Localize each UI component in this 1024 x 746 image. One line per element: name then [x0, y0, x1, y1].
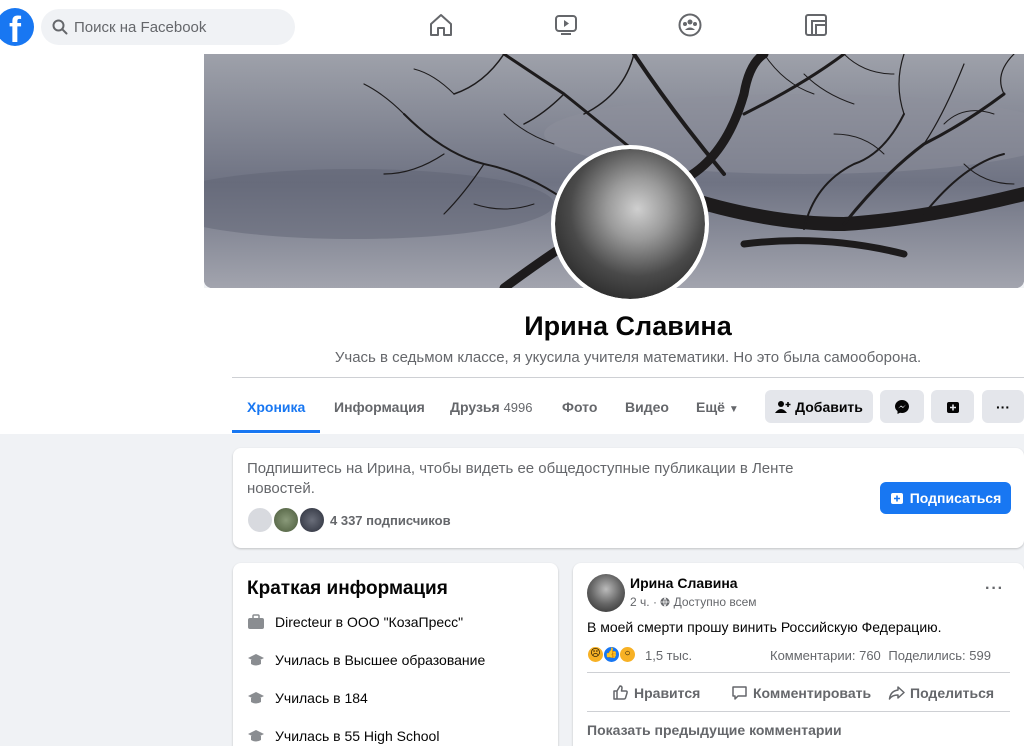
briefcase-icon [248, 614, 264, 629]
search-box[interactable] [41, 9, 295, 45]
tab-more[interactable]: Ещё ▼ [696, 399, 739, 415]
friends-count: 4996 [503, 400, 533, 415]
post-meta: 2 ч. · Доступно всем [630, 595, 757, 609]
divider [587, 672, 1010, 673]
subscribe-button[interactable]: Подписаться [880, 482, 1011, 514]
profile-avatar[interactable] [551, 145, 709, 303]
sad-reaction-icon: ☹ [587, 646, 604, 663]
graduation-cap-icon [248, 692, 264, 704]
comment-icon [732, 686, 747, 700]
facebook-logo-icon[interactable]: f [0, 8, 34, 46]
post-stats: Комментарии: 760 Поделились: 599 [770, 648, 991, 663]
post-author-name[interactable]: Ирина Славина [630, 575, 738, 591]
follower-avatar [298, 506, 326, 534]
share-icon [888, 686, 905, 700]
tab-timeline[interactable]: Хроника [247, 399, 305, 415]
messenger-button[interactable] [880, 390, 924, 423]
shares-count[interactable]: Поделились: 599 [888, 648, 991, 663]
subscribe-text: Подпишитесь на Ирина, чтобы видеть ее об… [247, 460, 794, 497]
tab-photos[interactable]: Фото [562, 399, 597, 415]
gaming-icon[interactable] [803, 12, 833, 42]
intro-item-label: Училась в 184 [275, 690, 368, 706]
intro-item-education: Училась в 184 [247, 689, 368, 707]
follower-avatar [246, 506, 274, 534]
active-tab-indicator [232, 430, 320, 433]
top-navigation-bar: f [0, 0, 1024, 54]
intro-item-label: Училась в 55 High School [275, 728, 440, 744]
tab-video[interactable]: Видео [625, 399, 669, 415]
profile-name: Ирина Славина [524, 311, 732, 341]
add-friend-icon [775, 400, 791, 413]
thumbs-up-icon [613, 685, 628, 700]
search-input[interactable] [74, 9, 284, 45]
comments-count[interactable]: Комментарии: 760 [770, 648, 881, 663]
intro-item-education: Училась в Высшее образование [247, 651, 485, 669]
like-label: Нравится [634, 684, 701, 701]
profile-bio: Учась в седьмом классе, я укусила учител… [334, 349, 922, 366]
tab-about[interactable]: Информация [334, 399, 425, 415]
subscribe-button-label: Подписаться [909, 490, 1002, 506]
tab-more-label: Ещё [696, 399, 725, 415]
intro-item-label: Училась в Высшее образование [275, 652, 486, 668]
subscribe-small-button[interactable] [931, 390, 974, 423]
wow-reaction-icon: ○ [619, 646, 636, 663]
add-friend-label: Добавить [795, 398, 863, 415]
followers-count[interactable]: 4 337 подписчиков [330, 513, 451, 528]
more-dots-icon: ··· [996, 398, 1010, 415]
subscribe-plus-icon [890, 493, 903, 504]
subscribe-icon [946, 401, 959, 413]
follower-avatar [272, 506, 300, 534]
reactions-count[interactable]: 1,5 тыс. [645, 648, 692, 663]
intro-item-label: Directeur в ООО "КозаПресс" [275, 614, 464, 630]
graduation-cap-icon [248, 730, 264, 742]
messenger-icon [895, 399, 909, 414]
intro-item-education: Училась в 55 High School [247, 727, 439, 745]
like-button[interactable]: Нравится [612, 684, 700, 701]
post-time[interactable]: 2 ч. [630, 595, 650, 609]
globe-icon [660, 597, 670, 607]
tab-friends-label: Друзья [450, 399, 500, 415]
share-button[interactable]: Поделиться [888, 684, 994, 701]
show-previous-comments-link[interactable]: Показать предыдущие комментарии [587, 722, 842, 738]
like-reaction-icon: 👍 [603, 646, 620, 663]
intro-item-work: Directeur в ООО "КозаПресс" [247, 613, 463, 631]
groups-icon[interactable] [677, 12, 707, 42]
avatar-photo [555, 149, 705, 299]
post-text: В моей смерти прошу винить Российскую Фе… [587, 619, 942, 635]
caret-down-icon: ▼ [728, 404, 739, 415]
post-options-button[interactable]: ··· [985, 580, 1004, 598]
search-icon [52, 19, 68, 35]
watch-icon[interactable] [553, 12, 583, 42]
intro-title: Краткая информация [247, 578, 448, 599]
home-icon[interactable] [428, 12, 458, 42]
share-label: Поделиться [910, 684, 995, 701]
more-options-button[interactable]: ··· [982, 390, 1024, 423]
separator-dot: · [652, 595, 661, 609]
tab-friends[interactable]: Друзья 4996 [450, 399, 533, 415]
post-audience: Доступно всем [673, 595, 757, 609]
graduation-cap-icon [248, 654, 264, 666]
post-author-avatar[interactable] [587, 574, 625, 612]
divider [587, 711, 1010, 712]
add-friend-button[interactable]: Добавить [765, 390, 873, 423]
divider [232, 377, 1024, 378]
comment-button[interactable]: Комментировать [731, 684, 871, 701]
comment-label: Комментировать [753, 684, 872, 701]
